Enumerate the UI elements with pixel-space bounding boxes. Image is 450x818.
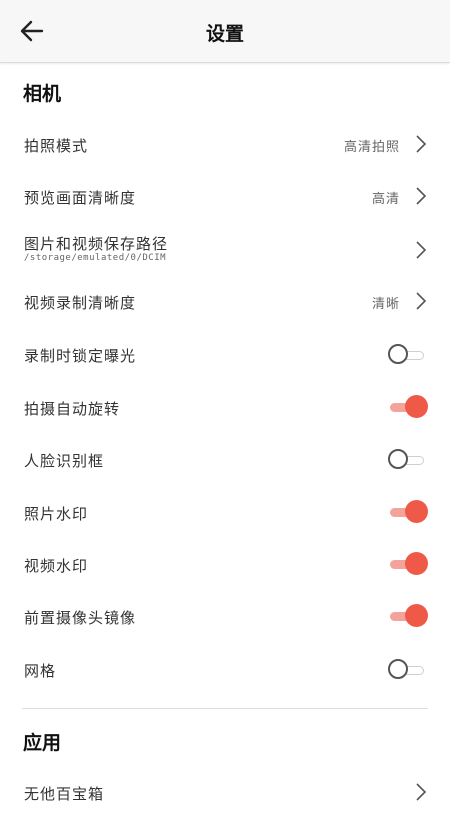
- toggle-knob: [405, 500, 428, 523]
- page-title: 设置: [205, 23, 244, 45]
- setting-auto-rotate: 拍摄自动旋转: [0, 381, 450, 433]
- setting-label: 拍摄自动旋转: [24, 400, 121, 418]
- chevron-right-icon: [416, 135, 427, 153]
- setting-value: 高清: [371, 192, 400, 207]
- setting-video-quality[interactable]: 视频录制清晰度 清晰: [0, 275, 450, 327]
- photo-watermark-toggle[interactable]: [388, 499, 428, 525]
- chevron-right-icon: [416, 292, 427, 310]
- setting-label: 视频录制清晰度: [24, 294, 137, 312]
- front-mirror-toggle[interactable]: [388, 603, 428, 629]
- setting-label: 人脸识别框: [24, 452, 105, 470]
- setting-label: 拍照模式: [24, 137, 89, 155]
- setting-face-detect-frame: 人脸识别框: [0, 433, 450, 485]
- auto-rotate-toggle[interactable]: [388, 394, 428, 420]
- lock-exposure-toggle[interactable]: [388, 342, 428, 368]
- setting-value: 清晰: [371, 297, 400, 312]
- toggle-knob: [405, 552, 428, 575]
- setting-photo-mode[interactable]: 拍照模式 高清拍照: [0, 118, 450, 170]
- setting-label: 网格: [24, 662, 57, 680]
- toggle-knob: [388, 344, 408, 364]
- setting-label: 预览画面清晰度: [24, 189, 137, 207]
- grid-toggle[interactable]: [388, 657, 428, 683]
- chevron-right-icon: [416, 241, 427, 259]
- face-detect-toggle[interactable]: [388, 447, 428, 473]
- save-path-value: /storage/emulated/0/DCIM: [24, 253, 167, 263]
- setting-grid: 网格: [0, 643, 450, 695]
- setting-label: 无他百宝箱: [24, 785, 105, 803]
- section-title-app: 应用: [23, 732, 62, 754]
- toggle-knob: [405, 395, 428, 418]
- setting-label: 录制时锁定曝光: [24, 347, 137, 365]
- setting-label: 图片和视频保存路径: [24, 235, 169, 253]
- toggle-knob: [388, 449, 408, 469]
- setting-label: 前置摄像头镜像: [24, 609, 137, 627]
- chevron-right-icon: [416, 783, 427, 801]
- setting-front-camera-mirror: 前置摄像头镜像: [0, 590, 450, 642]
- setting-value: 高清拍照: [343, 140, 400, 155]
- setting-label: 视频水印: [24, 557, 89, 575]
- section-divider: [22, 708, 428, 709]
- setting-save-path[interactable]: 图片和视频保存路径 /storage/emulated/0/DCIM: [0, 222, 450, 274]
- setting-toolbox[interactable]: 无他百宝箱: [0, 766, 450, 818]
- setting-preview-quality[interactable]: 预览画面清晰度 高清: [0, 170, 450, 222]
- setting-label: 照片水印: [24, 505, 89, 523]
- chevron-right-icon: [416, 187, 427, 205]
- section-title-camera: 相机: [23, 83, 62, 105]
- toggle-knob: [405, 604, 428, 627]
- video-watermark-toggle[interactable]: [388, 551, 428, 577]
- setting-photo-watermark: 照片水印: [0, 486, 450, 538]
- toggle-knob: [388, 659, 408, 679]
- setting-lock-exposure: 录制时锁定曝光: [0, 328, 450, 380]
- app-bar: 设置: [0, 0, 450, 63]
- setting-video-watermark: 视频水印: [0, 538, 450, 590]
